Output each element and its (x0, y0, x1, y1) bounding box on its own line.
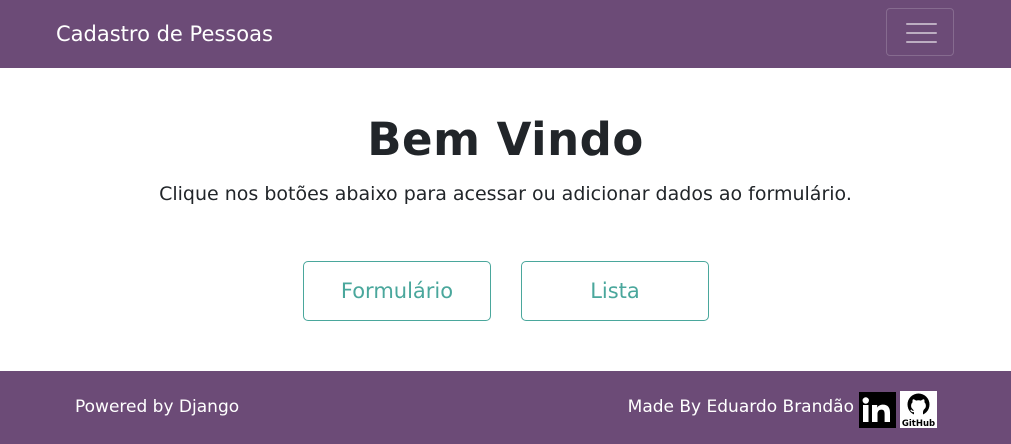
top-navbar: Cadastro de Pessoas (0, 0, 1011, 68)
powered-by-text: Powered by Django (75, 397, 240, 417)
github-logo-text: GitHub (902, 419, 935, 428)
page-lead: Clique nos botões abaixo para acessar ou… (159, 183, 852, 205)
lista-button[interactable]: Lista (521, 261, 709, 321)
github-icon[interactable]: GitHub (900, 391, 937, 429)
formulario-button[interactable]: Formulário (303, 261, 491, 321)
hamburger-menu-icon-bar (906, 32, 937, 34)
navbar-toggler-button[interactable] (886, 8, 954, 56)
page-title: Bem Vindo (367, 113, 644, 166)
hamburger-menu-icon-bar (906, 41, 937, 43)
hamburger-menu-icon (906, 23, 937, 25)
made-by-text: Made By Eduardo Brandão (627, 397, 854, 417)
linkedin-icon[interactable] (859, 392, 896, 428)
navbar-brand[interactable]: Cadastro de Pessoas (56, 0, 273, 68)
